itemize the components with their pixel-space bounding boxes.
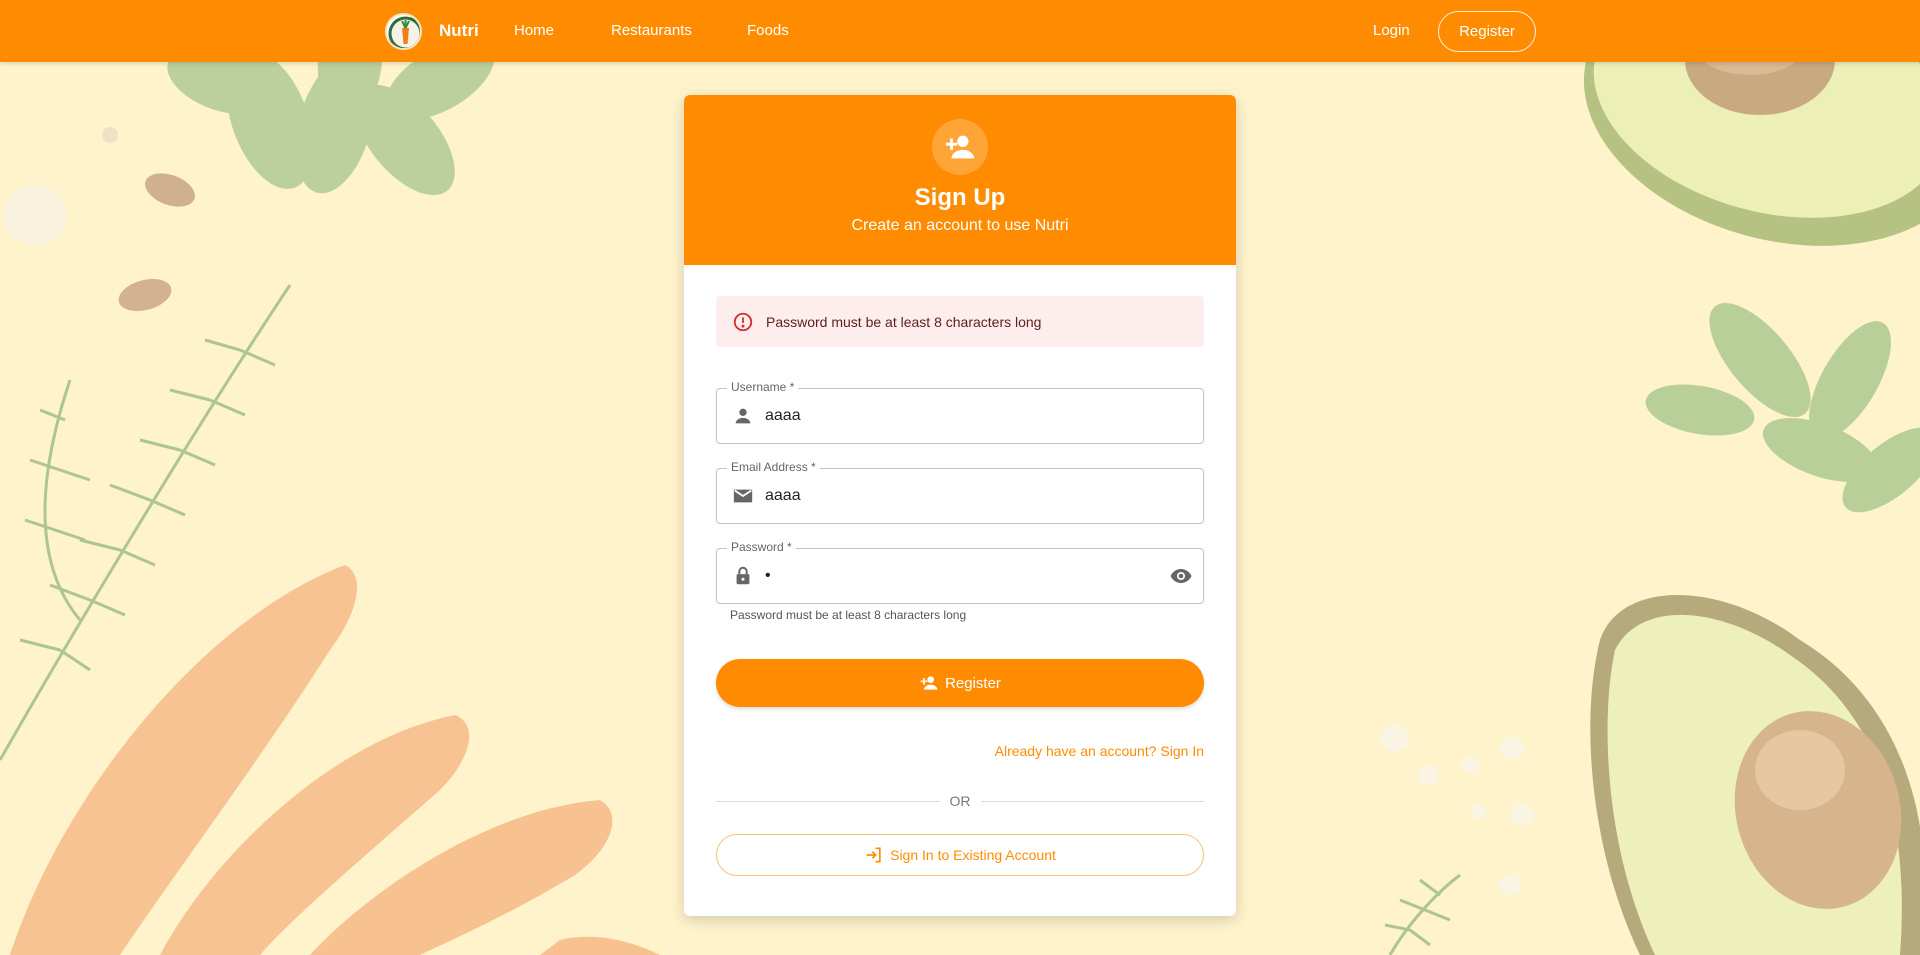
error-alert: Password must be at least 8 characters l… [716, 296, 1204, 347]
email-input[interactable] [765, 487, 1203, 505]
signup-card: Sign Up Create an account to use Nutri P… [684, 95, 1236, 916]
page-subtitle: Create an account to use Nutri [851, 217, 1069, 234]
email-field[interactable]: Email Address * [716, 460, 1204, 524]
mail-icon [731, 484, 755, 508]
brand-home-link[interactable]: Nutri [385, 11, 479, 51]
top-navbar: Nutri Home Restaurants Foods Login Regis… [0, 0, 1920, 62]
divider-label: OR [949, 793, 971, 809]
username-label: Username * [727, 380, 799, 394]
person-add-icon [919, 673, 939, 693]
nav-link-foods[interactable]: Foods [747, 22, 789, 39]
nav-register-button[interactable]: Register [1438, 11, 1536, 52]
username-input[interactable] [765, 407, 1203, 425]
register-button[interactable]: Register [716, 659, 1204, 707]
carrot-logo-icon [385, 12, 422, 50]
person-add-icon [932, 119, 988, 175]
register-button-label: Register [945, 674, 1001, 692]
nav-link-restaurants[interactable]: Restaurants [611, 22, 692, 39]
lock-icon [731, 564, 755, 588]
page-title: Sign Up [914, 184, 1006, 211]
password-input[interactable] [765, 567, 1169, 585]
signin-existing-label: Sign In to Existing Account [890, 847, 1056, 863]
signin-link[interactable]: Already have an account? Sign In [995, 743, 1204, 759]
brand-name: Nutri [439, 21, 479, 40]
username-field[interactable]: Username * [716, 380, 1204, 444]
alert-message: Password must be at least 8 characters l… [766, 313, 1042, 330]
person-icon [731, 404, 755, 428]
nav-login-link[interactable]: Login [1373, 22, 1410, 39]
or-divider: OR [716, 791, 1204, 811]
signin-existing-button[interactable]: Sign In to Existing Account [716, 834, 1204, 876]
error-outline-icon [732, 311, 754, 333]
password-label: Password * [727, 540, 796, 554]
visibility-toggle-icon[interactable] [1169, 564, 1193, 588]
login-icon [864, 845, 884, 865]
email-label: Email Address * [727, 460, 820, 474]
password-field[interactable]: Password * [716, 540, 1204, 604]
password-helper-text: Password must be at least 8 characters l… [730, 608, 967, 622]
nav-link-home[interactable]: Home [514, 22, 554, 39]
card-header: Sign Up Create an account to use Nutri [684, 95, 1236, 265]
